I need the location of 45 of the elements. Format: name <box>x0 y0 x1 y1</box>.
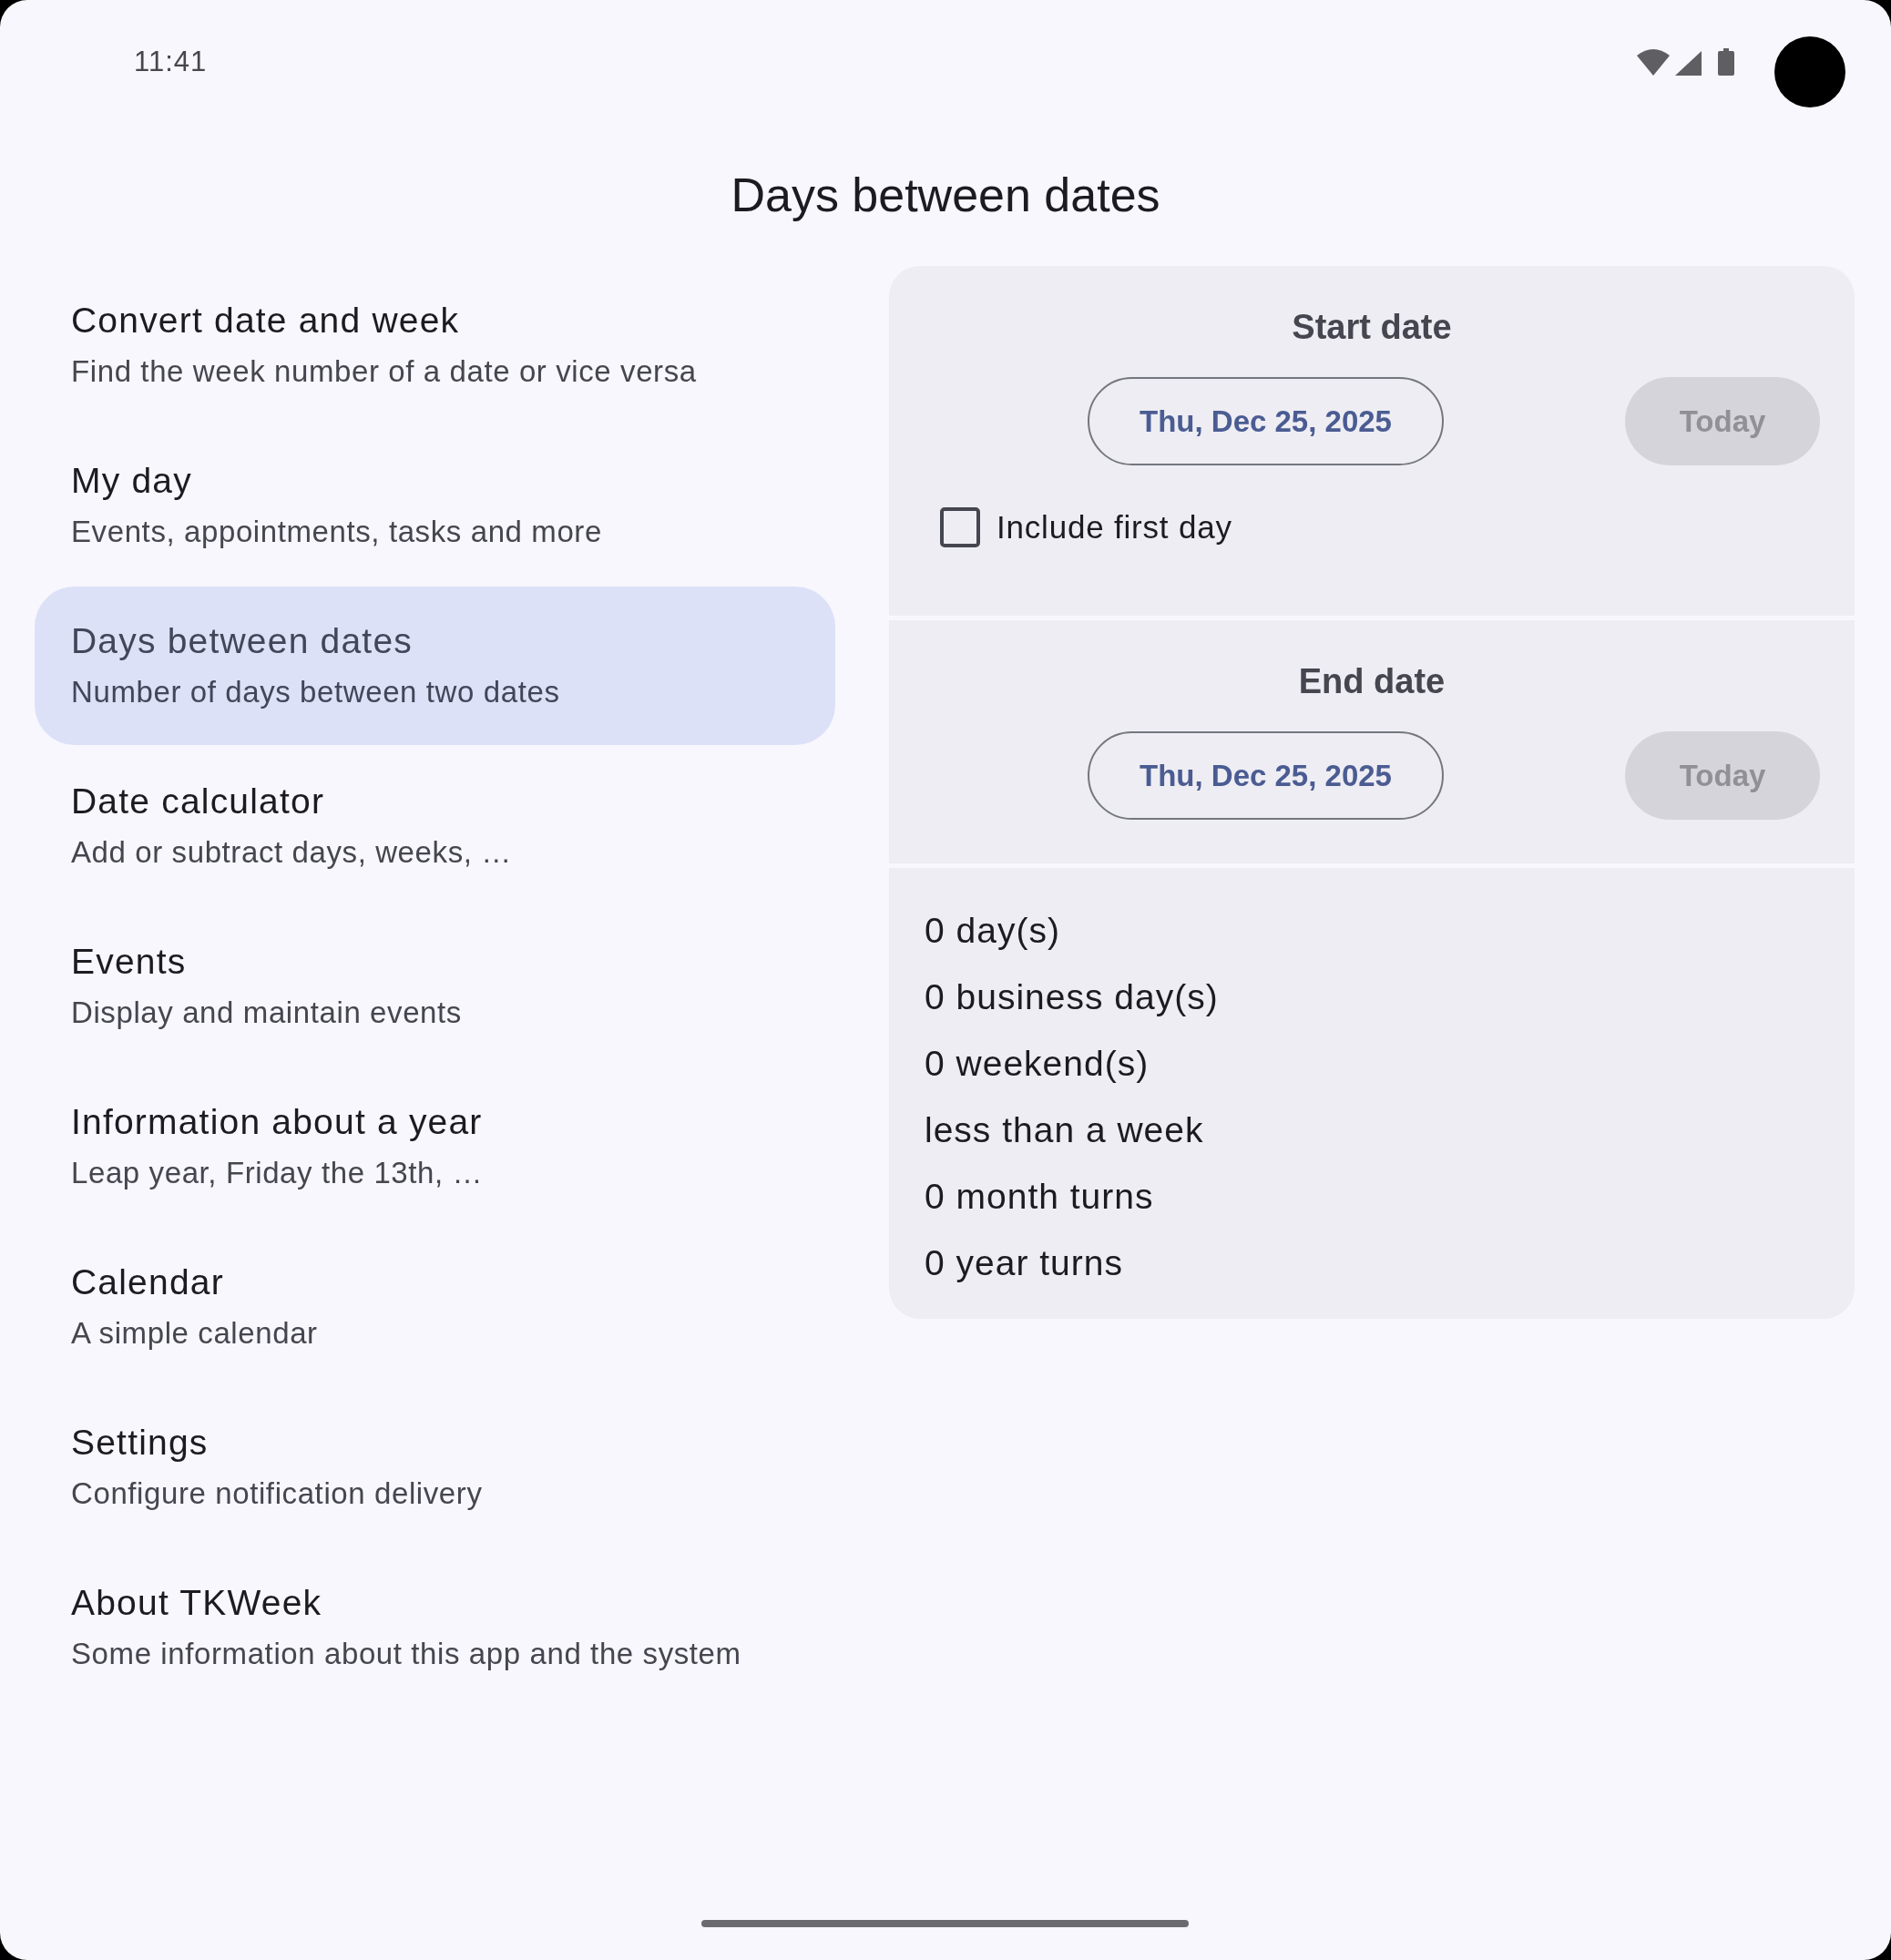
nav-item-title: About TKWeek <box>71 1582 322 1624</box>
camera-hole-icon <box>1774 36 1845 107</box>
signal-icon <box>1675 51 1702 76</box>
nav-item-title: Information about a year <box>71 1101 483 1143</box>
result-text: less than a week <box>925 1109 1205 1151</box>
nav-item-subtitle: Find the week number of a date or vice versa <box>71 353 697 390</box>
nav-item[interactable]: Settings Configure notification delivery <box>35 1388 835 1547</box>
nav-item-subtitle: Events, appointments, tasks and more <box>71 514 602 550</box>
result-text: 0 year turns <box>925 1242 1124 1284</box>
nav-item-subtitle: Some information about this app and the system <box>71 1636 741 1672</box>
nav-item-subtitle: Display and maintain events <box>71 995 462 1031</box>
nav-item[interactable]: About TKWeek Some information about this app and the system <box>35 1548 835 1707</box>
result-text: 0 month turns <box>925 1176 1155 1218</box>
nav-item-title: My day <box>71 460 192 502</box>
section-heading: End date <box>1297 661 1446 701</box>
checkbox-label[interactable]: Include first day <box>997 507 1232 547</box>
checkbox[interactable] <box>940 507 980 547</box>
nav-item-subtitle: A simple calendar <box>71 1315 318 1352</box>
date-button[interactable]: Thu, Dec 25, 2025 <box>1088 731 1444 820</box>
nav-item[interactable]: Convert date and week Find the week number of a date or vice versa <box>35 266 835 424</box>
nav-item-title: Settings <box>71 1422 209 1464</box>
result-text: 0 business day(s) <box>925 976 1220 1018</box>
status-time: 11:41 <box>134 46 208 78</box>
nav-item-subtitle: Configure notification delivery <box>71 1475 483 1512</box>
page-title: Days between dates <box>731 168 1160 222</box>
section-heading: Start date <box>1291 307 1453 347</box>
nav-item[interactable]: Date calculator Add or subtract days, weeks, … <box>35 747 835 905</box>
date-button[interactable]: Thu, Dec 25, 2025 <box>1088 377 1444 465</box>
nav-item[interactable]: My day Events, appointments, tasks and more <box>35 426 835 585</box>
nav-item-title: Days between dates <box>71 620 413 662</box>
nav-item-subtitle: Number of days between two dates <box>71 674 560 710</box>
nav-item-subtitle: Leap year, Friday the 13th, … <box>71 1155 484 1191</box>
nav-item[interactable]: Information about a year Leap year, Friday the 13th, … <box>35 1067 835 1226</box>
nav-item-title: Date calculator <box>71 781 325 822</box>
result-text: 0 weekend(s) <box>925 1043 1150 1085</box>
battery-icon <box>1718 48 1734 76</box>
result-text: 0 day(s) <box>925 910 1061 952</box>
nav-item-subtitle: Add or subtract days, weeks, … <box>71 834 512 871</box>
nav-item-title: Events <box>71 941 187 983</box>
nav-item-title: Calendar <box>71 1261 224 1303</box>
nav-item[interactable]: Calendar A simple calendar <box>35 1228 835 1386</box>
wifi-icon <box>1637 48 1670 76</box>
nav-item-title: Convert date and week <box>71 300 460 342</box>
nav-item[interactable]: Events Display and maintain events <box>35 907 835 1066</box>
nav-item[interactable]: Days between dates Number of days between two dates <box>35 587 835 745</box>
